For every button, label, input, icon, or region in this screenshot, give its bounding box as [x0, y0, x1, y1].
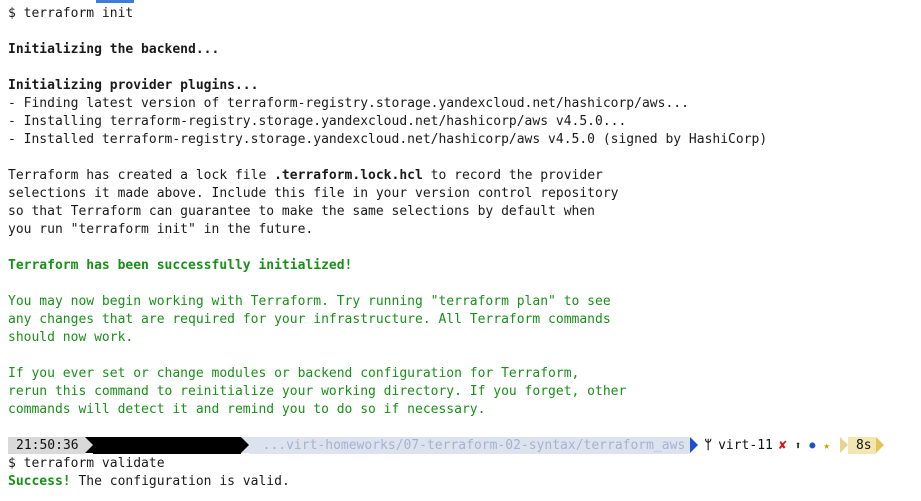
- lock-file-line-3: so that Terraform can guarantee to make …: [8, 204, 595, 219]
- begin-working-line-2: any changes that are required for your i…: [8, 312, 611, 327]
- prompt-path: ...virt-homeworks/07-terraform-02-syntax…: [248, 437, 691, 454]
- prompt-user-segment: [92, 437, 241, 454]
- installing-provider-line: - Installing terraform-registry.storage.…: [8, 114, 627, 129]
- git-untracked-icon: ★: [823, 439, 830, 452]
- validate-success-word: Success!: [8, 474, 71, 489]
- prompt-status-bar: 21:50:36 ...virt-homeworks/07-terraform-…: [8, 437, 906, 454]
- prompt-duration: 8s: [847, 437, 876, 454]
- segment-separator: [839, 437, 848, 453]
- reinit-hint-line-1: If you ever set or change modules or bac…: [8, 366, 580, 381]
- prompt-git-segment: ᛘ virt-11 ✘ ⬆ ● ★: [698, 437, 834, 454]
- lock-file-line-2: selections it made above. Include this f…: [8, 186, 619, 201]
- installed-provider-line: - Installed terraform-registry.storage.y…: [8, 132, 768, 147]
- segment-separator: [690, 437, 699, 453]
- segment-separator: [875, 437, 884, 453]
- segment-separator: [240, 437, 249, 453]
- reinit-hint-line-2: rerun this command to reinitialize your …: [8, 384, 627, 399]
- reinit-hint-line-3: commands will detect it and remind you t…: [8, 402, 486, 417]
- prompt-time: 21:50:36: [8, 437, 85, 454]
- lock-file-line: Terraform has created a lock file .terra…: [8, 167, 921, 185]
- validate-message: The configuration is valid.: [70, 474, 290, 489]
- terminal-output-after[interactable]: $ terraform validate Success! The config…: [8, 455, 290, 491]
- init-success-message: Terraform has been successfully initiali…: [8, 258, 353, 273]
- lock-file-post: to record the provider: [422, 168, 603, 183]
- git-branch-name: virt-11: [718, 438, 773, 453]
- init-backend-line: Initializing the backend...: [8, 42, 220, 57]
- git-staged-icon: ●: [809, 440, 816, 451]
- segment-separator: [84, 437, 93, 453]
- begin-working-line-1: You may now begin working with Terraform…: [8, 294, 611, 309]
- init-providers-line: Initializing provider plugins...: [8, 78, 259, 93]
- begin-working-line-3: should now work.: [8, 330, 134, 345]
- command-terraform-init: $ terraform init: [8, 6, 134, 21]
- lock-file-line-4: you run "terraform init" in the future.: [8, 222, 314, 237]
- terminal-output[interactable]: $ terraform init Initializing the backen…: [8, 5, 921, 419]
- finding-provider-line: - Finding latest version of terraform-re…: [8, 96, 689, 111]
- command-terraform-validate: $ terraform validate: [8, 456, 165, 471]
- active-tab-indicator: [96, 0, 134, 3]
- git-branch-icon: ᛘ: [704, 438, 713, 453]
- lock-file-name: .terraform.lock.hcl: [274, 168, 423, 183]
- lock-file-pre: Terraform has created a lock file: [8, 168, 275, 183]
- validate-result-line: Success! The configuration is valid.: [8, 473, 290, 491]
- git-dirty-icon: ✘: [778, 438, 787, 453]
- git-ahead-icon: ⬆: [794, 439, 802, 452]
